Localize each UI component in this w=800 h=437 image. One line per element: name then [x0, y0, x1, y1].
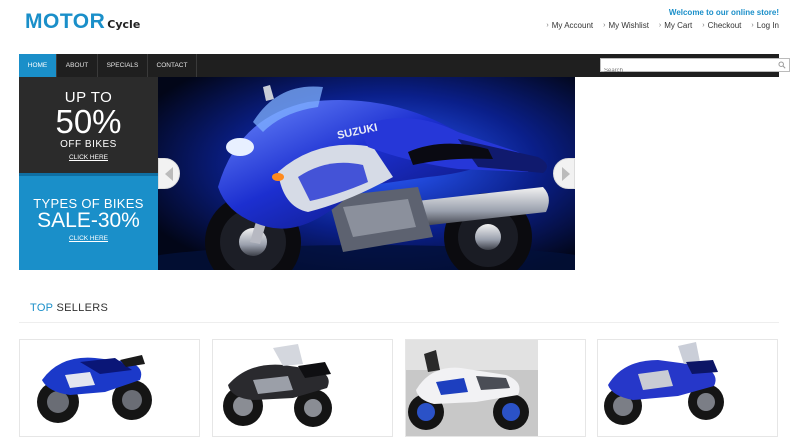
product-image-black-touring-bike	[213, 340, 392, 436]
top-sellers-rest: SELLERS	[53, 302, 109, 314]
checkout-label: Checkout	[707, 21, 742, 30]
promo-sale-click-here-link[interactable]: CLICK HERE	[19, 235, 158, 242]
my-wishlist-label: My Wishlist	[608, 21, 649, 30]
nav-home[interactable]: HOME	[19, 54, 57, 77]
nav-contact[interactable]: CONTACT	[148, 54, 197, 77]
search-input[interactable]	[601, 65, 789, 77]
arrow-left-icon	[165, 167, 173, 181]
my-cart-link[interactable]: › My Cart	[659, 21, 692, 30]
chevron-right-icon: ›	[751, 22, 754, 29]
promo-off-bikes-text: OFF BIKES	[60, 139, 117, 150]
product-card[interactable]	[19, 339, 200, 437]
product-image-blue-sportbike	[20, 340, 199, 436]
my-account-link[interactable]: › My Account	[546, 21, 593, 30]
account-links: › My Account › My Wishlist › My Cart › Check…	[546, 21, 779, 30]
chevron-right-icon: ›	[546, 22, 549, 29]
chevron-right-icon: ›	[702, 22, 705, 29]
log-in-label: Log In	[756, 21, 779, 30]
welcome-message: Welcome to our online store!	[668, 8, 779, 17]
product-image-blue-touring-bike	[598, 340, 730, 436]
hero-banner[interactable]: SUZUKI	[158, 77, 575, 270]
promo-sale-text: SALE-30%	[37, 209, 140, 232]
log-in-link[interactable]: › Log In	[751, 21, 779, 30]
my-cart-label: My Cart	[664, 21, 693, 30]
arrow-right-icon	[562, 167, 570, 181]
nav-specials[interactable]: SPECIALS	[98, 54, 148, 77]
promo-discount-panel[interactable]: UP TO 50% OFF BIKES CLICK HERE	[19, 77, 158, 173]
product-card[interactable]	[597, 339, 778, 437]
promo-click-here-link[interactable]: CLICK HERE	[19, 154, 158, 161]
product-image-white-blue-bike	[406, 340, 538, 436]
logo-main-text: MOTOR	[25, 10, 106, 33]
chevron-right-icon: ›	[658, 22, 662, 29]
checkout-link[interactable]: › Checkout	[702, 21, 741, 30]
hero-motorcycle-image: SUZUKI	[158, 77, 575, 270]
logo-sub-text: Cycle	[107, 18, 141, 31]
search-icon[interactable]	[778, 61, 786, 69]
top-sellers-accent: TOP	[30, 302, 54, 314]
nav-about[interactable]: ABOUT	[57, 54, 98, 77]
my-wishlist-link[interactable]: › My Wishlist	[603, 21, 649, 30]
chevron-right-icon: ›	[603, 22, 606, 29]
section-divider	[19, 322, 779, 323]
product-card[interactable]	[405, 339, 586, 437]
search-box	[600, 58, 790, 77]
promo-sale-panel[interactable]: TYPES OF BIKES SALE-30% CLICK HERE	[19, 173, 158, 270]
top-sellers-heading: TOP SELLERS	[30, 302, 108, 314]
product-card[interactable]	[212, 339, 393, 437]
promo-percent-text: 50%	[55, 103, 122, 140]
main-navigation: HOME ABOUT SPECIALS CONTACT	[19, 54, 790, 77]
site-logo[interactable]: MOTOR Cycle	[25, 10, 140, 34]
my-account-label: My Account	[551, 21, 594, 30]
